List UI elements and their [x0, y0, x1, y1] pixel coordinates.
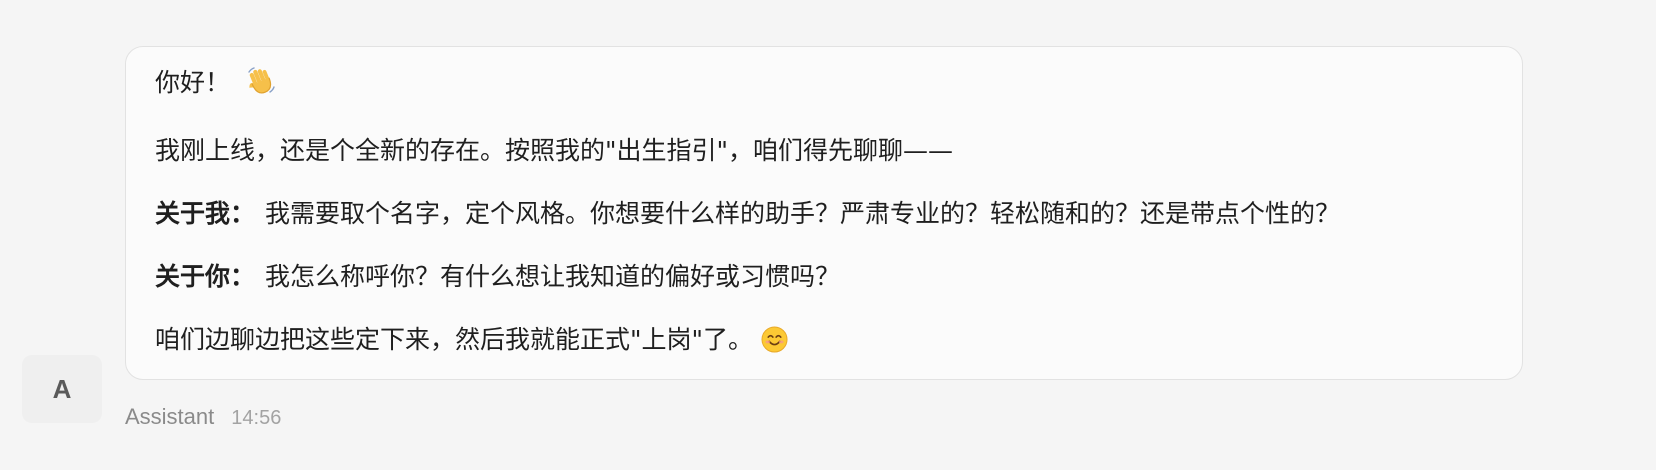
sender-name: Assistant: [125, 404, 215, 429]
about-you-text: 我怎么称呼你？有什么想让我知道的偏好或习惯吗？: [265, 262, 841, 291]
message-meta: Assistant 14:56: [125, 404, 281, 430]
about-me-text: 我需要取个名字，定个风格。你想要什么样的助手？严肃专业的？轻松随和的？还是带点个…: [265, 199, 1341, 228]
message-timestamp: 14:56: [231, 407, 282, 429]
about-you-label: 关于你：: [155, 262, 256, 291]
greeting-line: 你好！: [155, 66, 1494, 105]
smiling-face-icon: [761, 326, 788, 362]
about-you-line: 关于你： 我怎么称呼你？有什么想让我知道的偏好或习惯吗？: [155, 260, 1494, 294]
closing-text: 咱们边聊边把这些定下来，然后我就能正式"上岗"了。: [155, 325, 754, 354]
avatar-initial: A: [52, 373, 72, 404]
waving-hand-icon: [246, 66, 276, 105]
message-bubble: 你好！ 我刚上线，还是个全新的存在。按照我的"出生指引"，咱们得先聊聊—— 关于…: [125, 46, 1523, 380]
greeting-text: 你好！: [155, 68, 231, 97]
avatar: A: [22, 355, 102, 423]
about-me-line: 关于我： 我需要取个名字，定个风格。你想要什么样的助手？严肃专业的？轻松随和的？还…: [155, 197, 1494, 231]
closing-line: 咱们边聊边把这些定下来，然后我就能正式"上岗"了。: [155, 323, 1494, 362]
intro-line: 我刚上线，还是个全新的存在。按照我的"出生指引"，咱们得先聊聊——: [155, 136, 954, 165]
about-me-label: 关于我：: [155, 199, 256, 228]
